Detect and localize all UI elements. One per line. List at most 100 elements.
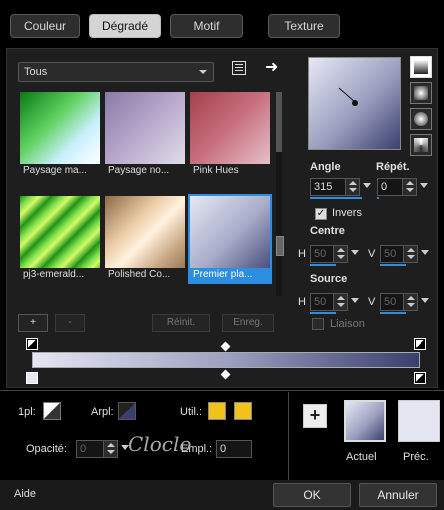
spinner-icon[interactable] [403,294,417,310]
radial-style-button[interactable] [410,108,432,130]
repeat-field[interactable]: 0 [377,178,428,196]
tab-degrade[interactable]: Dégradé [89,14,161,38]
thumbnail-label: Paysage ma... [23,165,87,176]
opl-label: 1pl: [18,406,36,418]
opacity-field[interactable]: 0 [76,440,129,458]
foreground-swatch[interactable] [43,402,61,420]
spinner-icon[interactable] [333,294,347,310]
opacity-stop-right[interactable] [414,338,426,350]
thumbnail-label: Premier pla... [190,268,270,282]
link-label: Liaison [330,318,365,330]
thumbnail-label: Polished Co... [108,269,171,280]
source-v-slider[interactable] [380,312,406,314]
center-h-field[interactable]: 50 [310,245,359,263]
color-stop-left[interactable] [26,372,38,384]
invert-checkbox[interactable]: ✓ [315,208,327,220]
location-field[interactable]: 0 [216,440,252,458]
gradient-preview[interactable] [308,57,401,150]
center-h-slider[interactable] [310,264,336,266]
source-label: Source [310,273,348,285]
thumbnail-image [20,92,100,164]
current-gradient-swatch[interactable] [344,400,386,442]
gradient-bar[interactable] [32,352,420,368]
center-v-slider[interactable] [380,264,406,266]
angle-handle-icon[interactable] [309,58,402,151]
reset-button[interactable]: Réinit. [152,314,210,332]
link-checkbox[interactable] [312,318,324,330]
category-value: Tous [24,66,48,78]
spinner-icon[interactable] [333,246,347,262]
ok-button[interactable]: OK [273,483,351,507]
thumbnail-image [190,196,270,268]
scroll-grip[interactable] [276,236,284,256]
source-h-slider[interactable] [310,312,336,314]
button-label: Réinit. [166,317,196,328]
opacity-label: Opacité: [26,443,67,455]
chevron-down-icon[interactable] [351,298,359,303]
add-gradient-button[interactable]: + [18,314,48,332]
color-stop-right[interactable] [414,372,426,384]
background-swatch[interactable] [118,402,136,420]
save-gradient-button[interactable]: Enreg. [222,314,274,332]
gradient-thumbnail[interactable]: Paysage ma... [20,92,100,178]
tab-motif[interactable]: Motif [170,14,243,38]
arrow-right-icon[interactable]: ➜ [265,60,278,76]
gradient-thumbnail[interactable]: Polished Co... [105,196,185,282]
sunburst-style-icon [414,138,428,152]
user-color-swatch[interactable] [208,402,226,420]
thumbnail-image [105,196,185,268]
gradient-thumbnail-selected[interactable]: Premier pla... [188,194,272,284]
arpl-label: Arpl: [91,406,114,418]
source-h-value: 50 [314,296,327,308]
radial-style-icon [414,112,428,126]
library-scrollbar[interactable] [276,92,282,296]
rectangular-style-button[interactable] [410,82,432,104]
center-v-value: 50 [384,248,397,260]
button-label: Annuler [377,488,419,502]
add-to-library-button[interactable]: + [303,404,327,428]
chevron-down-icon[interactable] [420,183,428,188]
gradient-thumbnail[interactable]: pj3-emerald... [20,196,100,282]
spinner-icon[interactable] [403,246,417,262]
center-h-label: H [298,248,306,260]
cancel-button[interactable]: Annuler [359,483,437,507]
category-dropdown[interactable]: Tous [18,62,214,82]
watermark-logo: Cloclo [128,432,191,456]
angle-field[interactable]: 315 [310,178,371,196]
help-link[interactable]: Aide [14,488,36,500]
util-label: Util.: [180,406,202,418]
scrollbar-thumb[interactable] [276,92,282,152]
chevron-down-icon[interactable] [421,250,429,255]
previous-gradient-swatch[interactable] [398,400,440,442]
tab-texture[interactable]: Texture [268,14,340,38]
chevron-down-icon[interactable] [351,250,359,255]
thumbnail-label: pj3-emerald... [23,269,85,280]
source-h-field[interactable]: 50 [310,293,359,311]
center-v-label: V [368,248,376,260]
button-label: - [68,317,72,328]
opacity-stop-left[interactable] [26,338,38,350]
gradient-thumbnail[interactable]: Paysage no... [105,92,185,178]
chevron-down-icon[interactable] [421,298,429,303]
button-label: + [309,405,321,425]
center-v-field[interactable]: 50 [380,245,429,263]
thumbnail-image [105,92,185,164]
linear-style-button[interactable] [410,56,432,78]
spinner-icon[interactable] [345,179,359,195]
remove-gradient-button[interactable]: - [55,314,85,332]
repeat-slider[interactable] [377,197,379,199]
source-v-field[interactable]: 50 [380,293,429,311]
repeat-value: 0 [381,181,388,193]
user-color-swatch[interactable] [234,402,252,420]
tab-couleur[interactable]: Couleur [10,14,80,38]
gradient-thumbnail[interactable]: Pink Hues [190,92,270,178]
sunburst-style-button[interactable] [410,134,432,156]
chevron-down-icon[interactable] [363,183,371,188]
spinner-icon[interactable] [402,179,416,195]
center-label: Centre [310,225,345,237]
library-icon[interactable] [232,61,246,75]
angle-slider[interactable] [310,197,362,199]
location-value: 0 [220,443,227,455]
source-h-label: H [298,296,306,308]
spinner-icon[interactable] [103,441,117,457]
